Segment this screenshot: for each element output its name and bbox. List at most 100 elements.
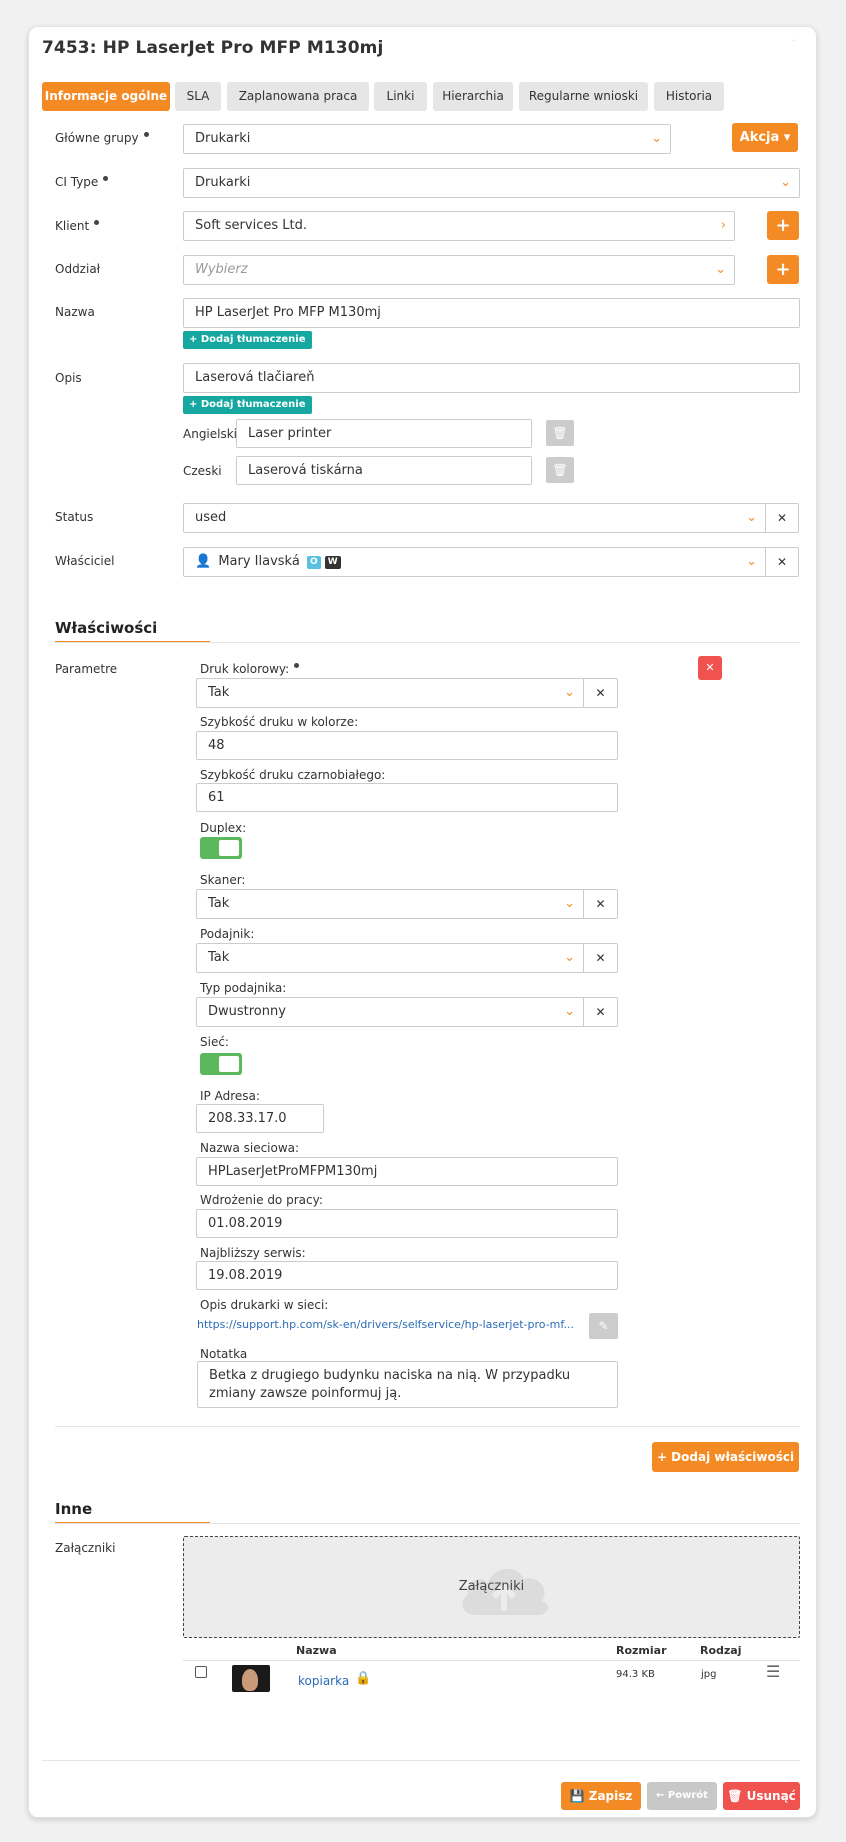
description-input[interactable]: Laserová tlačiareň xyxy=(183,363,800,393)
properties-bottom-divider xyxy=(55,1426,800,1427)
status-clear-button[interactable]: ✕ xyxy=(765,503,799,533)
footer-divider xyxy=(42,1760,800,1761)
color-print-select[interactable]: Tak ⌄ xyxy=(196,678,584,708)
branch-label: Oddział xyxy=(55,262,101,276)
tab-history[interactable]: Historia xyxy=(654,82,724,111)
next-service-label: Najbliższy serwis: xyxy=(200,1246,306,1260)
translation-lang-czech: Czeski xyxy=(183,464,222,478)
file-select-checkbox[interactable] xyxy=(195,1666,207,1678)
feeder-select[interactable]: Tak ⌄ xyxy=(196,943,584,973)
trash-icon: 🗑 xyxy=(727,1789,743,1803)
ip-input[interactable]: 208.33.17.0 xyxy=(196,1104,324,1133)
color-print-label: Druk kolorowy: xyxy=(200,662,300,676)
add-branch-button[interactable]: + xyxy=(767,255,799,284)
net-name-input[interactable]: HPLaserJetProMFPM130mj xyxy=(196,1157,618,1186)
arrow-left-icon: ← xyxy=(656,1790,665,1801)
page-title: 7453: HP LaserJet Pro MFP M130mj xyxy=(42,38,384,58)
properties-heading: Właściwości xyxy=(55,619,158,637)
tab-regular-requests[interactable]: Regularne wnioski xyxy=(519,82,648,111)
tab-scheduled-work[interactable]: Zaplanowana praca xyxy=(227,82,369,111)
add-properties-button[interactable]: + Dodaj właściwości xyxy=(652,1442,799,1472)
tab-sla[interactable]: SLA xyxy=(175,82,221,111)
color-print-clear-button[interactable]: ✕ xyxy=(583,678,618,708)
edit-link-pencil-icon[interactable]: ✎ xyxy=(589,1313,618,1339)
note-label: Notatka xyxy=(200,1347,248,1361)
duplex-toggle[interactable] xyxy=(200,837,242,859)
description-label: Opis xyxy=(55,371,82,385)
status-select[interactable]: used ⌄ xyxy=(183,503,766,533)
scanner-select[interactable]: Tak ⌄ xyxy=(196,889,584,919)
owner-label: Właściciel xyxy=(55,554,115,568)
deploy-date-input[interactable]: 01.08.2019 xyxy=(196,1209,618,1238)
bw-speed-label: Szybkość druku czarnobiałego: xyxy=(200,768,386,782)
duplex-label: Duplex: xyxy=(200,821,247,835)
other-heading: Inne xyxy=(55,1500,93,1518)
translation-lang-english: Angielski xyxy=(183,427,238,441)
badge-o: O xyxy=(306,556,321,569)
user-icon: 👤 xyxy=(195,554,212,569)
add-client-button[interactable]: + xyxy=(767,211,799,240)
delete-button[interactable]: 🗑 Usunąć xyxy=(723,1782,800,1810)
bw-speed-input[interactable]: 61 xyxy=(196,783,618,812)
scanner-label: Skaner: xyxy=(200,873,246,887)
back-button[interactable]: ← Powrót xyxy=(647,1782,717,1810)
tab-links[interactable]: Linki xyxy=(374,82,427,111)
close-icon[interactable]: · xyxy=(792,36,795,47)
note-textarea[interactable]: Betka z drugiego budynku naciska na nią.… xyxy=(197,1361,618,1408)
action-button[interactable]: Akcja ▾ xyxy=(732,123,798,152)
branch-select[interactable]: Wybierz ⌄ xyxy=(183,255,735,285)
color-speed-label: Szybkość druku w kolorze: xyxy=(200,715,359,729)
feeder-clear-button[interactable]: ✕ xyxy=(583,943,618,973)
network-toggle[interactable] xyxy=(200,1053,242,1075)
ci-type-label: CI Type xyxy=(55,175,109,189)
ci-type-select[interactable]: Drukarki ⌄ xyxy=(183,168,800,198)
tab-general[interactable]: Informacje ogólne xyxy=(42,82,170,111)
desc-link-label: Opis drukarki w sieci: xyxy=(200,1298,329,1312)
table-header-divider xyxy=(183,1660,800,1661)
file-type: jpg xyxy=(701,1669,717,1680)
file-thumbnail[interactable] xyxy=(232,1665,270,1692)
network-label: Sieć: xyxy=(200,1035,229,1049)
ip-label: IP Adresa: xyxy=(200,1089,260,1103)
client-label: Klient xyxy=(55,219,100,233)
translation-czech-input[interactable]: Laserová tiskárna xyxy=(236,456,532,485)
attachments-label: Załączniki xyxy=(55,1541,116,1555)
delete-czech-translation-icon[interactable]: 🗑 xyxy=(546,457,574,483)
name-input[interactable]: HP LaserJet Pro MFP M130mj xyxy=(183,298,800,328)
client-select[interactable]: Soft services Ltd. › xyxy=(183,211,735,241)
other-divider xyxy=(55,1523,800,1524)
feeder-type-label: Typ podajnika: xyxy=(200,981,287,995)
name-label: Nazwa xyxy=(55,305,95,319)
scanner-clear-button[interactable]: ✕ xyxy=(583,889,618,919)
remove-properties-button[interactable]: ✕ xyxy=(698,656,722,680)
attachments-dropzone[interactable]: Załączniki xyxy=(183,1536,800,1638)
save-button[interactable]: 💾 Zapisz xyxy=(561,1782,641,1810)
badge-w: W xyxy=(324,556,341,569)
feeder-type-select[interactable]: Dwustronny ⌄ xyxy=(196,997,584,1027)
file-size: 94.3 KB xyxy=(616,1669,655,1680)
lock-icon: 🔒 xyxy=(355,1671,372,1686)
save-icon: 💾 xyxy=(569,1789,585,1803)
file-name-link[interactable]: kopiarka xyxy=(298,1674,349,1688)
feeder-label: Podajnik: xyxy=(200,927,255,941)
owner-select[interactable]: 👤 Mary Ilavská O W ⌄ xyxy=(183,547,766,577)
net-name-label: Nazwa sieciowa: xyxy=(200,1141,300,1155)
main-groups-label: Główne grupy xyxy=(55,131,149,145)
properties-divider xyxy=(55,642,800,643)
add-translation-description-button[interactable]: + Dodaj tłumaczenie xyxy=(183,396,312,414)
delete-english-translation-icon[interactable]: 🗑 xyxy=(546,420,574,446)
menu-hamburger-icon[interactable]: ☰ xyxy=(766,1664,780,1680)
next-service-date-input[interactable]: 19.08.2019 xyxy=(196,1261,618,1290)
column-name-header: Nazwa xyxy=(296,1644,337,1657)
add-translation-name-button[interactable]: + Dodaj tłumaczenie xyxy=(183,331,312,349)
color-speed-input[interactable]: 48 xyxy=(196,731,618,760)
tab-hierarchy[interactable]: Hierarchia xyxy=(433,82,513,111)
printer-description-link[interactable]: https://support.hp.com/sk-en/drivers/sel… xyxy=(197,1318,574,1331)
translation-english-input[interactable]: Laser printer xyxy=(236,419,532,448)
feeder-type-clear-button[interactable]: ✕ xyxy=(583,997,618,1027)
owner-clear-button[interactable]: ✕ xyxy=(765,547,799,577)
dropzone-text: Załączniki xyxy=(458,1579,525,1594)
parameters-label: Parametre xyxy=(55,662,118,676)
main-groups-select[interactable]: Drukarki ⌄ xyxy=(183,124,671,154)
status-label: Status xyxy=(55,510,94,524)
